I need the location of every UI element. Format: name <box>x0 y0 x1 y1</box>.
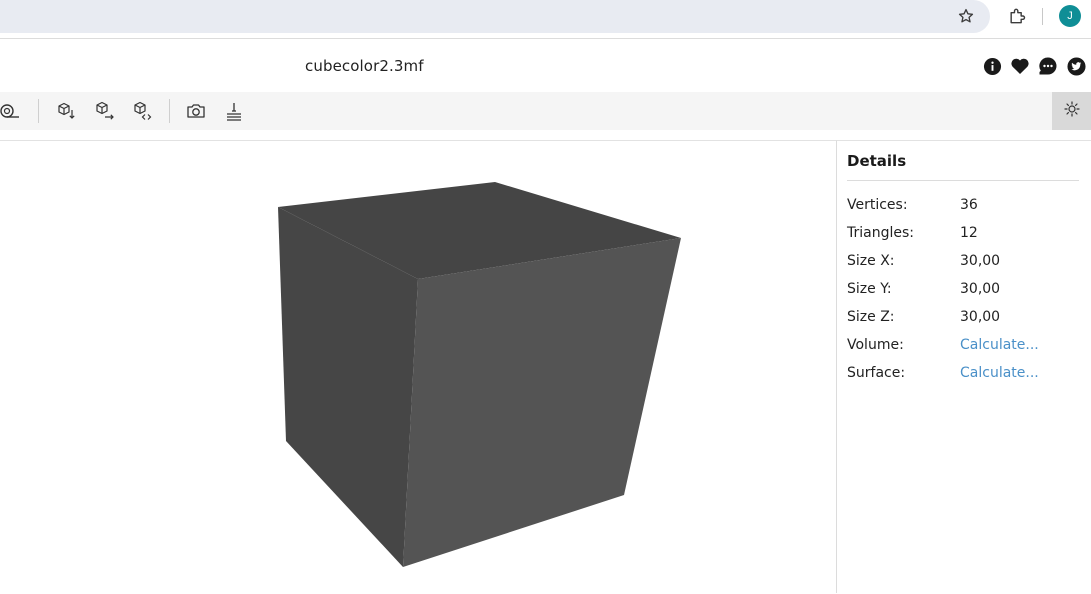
detail-row-volume: Volume: Calculate... <box>847 337 1087 365</box>
detail-label: Surface: <box>847 365 906 381</box>
profile-avatar[interactable]: J <box>1059 5 1081 27</box>
model-viewport[interactable] <box>0 140 836 593</box>
viewer-toolbar <box>0 92 1091 130</box>
file-name-title: cubecolor2.3mf <box>305 57 424 75</box>
theme-toggle-button[interactable] <box>1052 92 1091 130</box>
toolbar-separator <box>38 99 39 123</box>
sun-icon <box>1063 101 1080 121</box>
detail-row-surface: Surface: Calculate... <box>847 365 1087 393</box>
toolbar-divider <box>1042 8 1043 25</box>
detail-row-size-y: Size Y: 30,00 <box>847 281 1087 309</box>
detail-label: Vertices: <box>847 197 908 213</box>
bookmark-star-icon[interactable] <box>954 4 978 28</box>
header-icon-group <box>982 56 1086 76</box>
detail-value: 12 <box>960 225 978 241</box>
twitter-icon[interactable] <box>1066 56 1086 76</box>
ground-plane-icon[interactable] <box>222 99 246 123</box>
details-title: Details <box>847 152 907 170</box>
toolbar-separator <box>169 99 170 123</box>
detail-label: Triangles: <box>847 225 914 241</box>
measure-icon[interactable] <box>0 99 22 123</box>
details-panel: Details Vertices: 36 Triangles: 12 Size … <box>836 140 1091 593</box>
view-from-side-icon[interactable] <box>92 99 116 123</box>
detail-value: 36 <box>960 197 978 213</box>
details-divider <box>847 180 1079 181</box>
address-bar[interactable] <box>0 0 990 33</box>
detail-label: Size Z: <box>847 309 895 325</box>
extensions-puzzle-icon[interactable] <box>1005 4 1029 28</box>
snapshot-camera-icon[interactable] <box>184 99 208 123</box>
chat-icon[interactable] <box>1038 56 1058 76</box>
cube-right-face <box>403 238 681 567</box>
heart-icon[interactable] <box>1010 56 1030 76</box>
app-header: cubecolor2.3mf <box>0 40 1091 92</box>
info-icon[interactable] <box>982 56 1002 76</box>
detail-row-triangles: Triangles: 12 <box>847 225 1087 253</box>
calculate-surface-link[interactable]: Calculate... <box>960 365 1039 381</box>
detail-label: Volume: <box>847 337 904 353</box>
detail-row-size-z: Size Z: 30,00 <box>847 309 1087 337</box>
detail-label: Size X: <box>847 253 895 269</box>
detail-value: 30,00 <box>960 281 1001 297</box>
cube-model[interactable] <box>0 141 836 594</box>
browser-toolbar: J <box>0 0 1091 39</box>
detail-row-size-x: Size X: 30,00 <box>847 253 1087 281</box>
calculate-volume-link[interactable]: Calculate... <box>960 337 1039 353</box>
detail-value: 30,00 <box>960 309 1001 325</box>
detail-row-vertices: Vertices: 36 <box>847 197 1087 225</box>
detail-value: 30,00 <box>960 253 1001 269</box>
view-isometric-icon[interactable] <box>130 99 154 123</box>
detail-label: Size Y: <box>847 281 892 297</box>
view-from-top-icon[interactable] <box>54 99 78 123</box>
